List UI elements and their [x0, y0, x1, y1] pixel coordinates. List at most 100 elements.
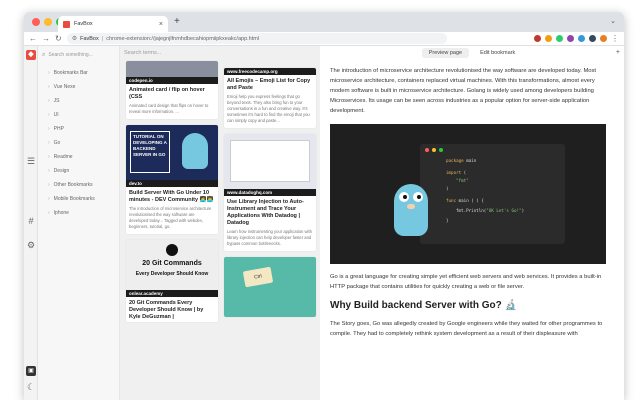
- folder-icon: ›: [48, 210, 50, 216]
- code-text: main: [466, 158, 477, 163]
- ctrl-key-label: Ctrl: [242, 266, 274, 288]
- card-title: Build Server With Go Under 10 minutes - …: [129, 190, 214, 203]
- folder-icon: ›: [48, 84, 50, 90]
- thumb-line-1: 20 Git Commands: [142, 260, 202, 267]
- new-tab-button[interactable]: +: [174, 16, 180, 28]
- code-window-dots: [425, 148, 443, 152]
- sidebar-search[interactable]: ⌕ Search something...: [42, 50, 115, 60]
- browser-tab[interactable]: FavBox ×: [58, 16, 168, 32]
- sidebar-item-iphone[interactable]: › Iphone: [38, 206, 119, 220]
- sidebar-item-bookmarks-bar[interactable]: › Bookmarks Bar: [38, 66, 119, 80]
- preview-content: The introduction of microservice archite…: [320, 60, 624, 339]
- card-thumbnail: TUTORIAL ON DEVELOPING A BACKEND SERVER …: [126, 125, 218, 180]
- address-separator: |: [101, 35, 104, 42]
- folder-icon: ›: [48, 196, 50, 202]
- folder-icon: ›: [48, 70, 50, 76]
- sidebar-item-readme[interactable]: › Readme: [38, 150, 119, 164]
- sidebar-search-input[interactable]: Search something...: [48, 52, 92, 58]
- tab-title: FavBox: [74, 21, 93, 27]
- browser-window: FavBox × + ⌄ ← → ↻ ⚙ FavBox | chrome-ext…: [24, 12, 624, 400]
- card-description: The introduction of microservice archite…: [129, 206, 212, 229]
- folder-icon: ›: [48, 154, 50, 160]
- grid-search[interactable]: Search terms...: [120, 46, 320, 59]
- tab-close-icon[interactable]: ×: [159, 21, 163, 28]
- grid-search-input[interactable]: Search terms...: [124, 50, 161, 56]
- address-bar[interactable]: ⚙ FavBox | chrome-extension://jajegnjlfn…: [66, 33, 447, 44]
- sidebar-item-other-bookmarks[interactable]: › Other Bookmarks: [38, 178, 119, 192]
- bookmarks-icon[interactable]: ☰: [26, 156, 36, 166]
- extension-icon[interactable]: [600, 35, 607, 42]
- sidebar-item-mobile-bookmarks[interactable]: › Mobile Bookmarks: [38, 192, 119, 206]
- extension-icon[interactable]: [534, 35, 541, 42]
- grid-column: www.freecodecamp.org All Emojis – Emoji …: [224, 68, 316, 323]
- moon-icon[interactable]: ☾: [26, 382, 36, 392]
- sidebar-item-ui[interactable]: › UI: [38, 108, 119, 122]
- tab-edit-bookmark[interactable]: Edit bookmark: [473, 48, 522, 58]
- extension-icon[interactable]: [545, 35, 552, 42]
- folder-icon: ›: [48, 168, 50, 174]
- reload-icon[interactable]: ↻: [55, 34, 62, 44]
- card-description: Emoji help you express feelings that go …: [227, 94, 310, 123]
- article-figure: package main import ( "fmt" ) func main …: [330, 124, 606, 264]
- extension-puzzle-icon: ⚙: [71, 36, 78, 42]
- folder-icon: ›: [48, 182, 50, 188]
- sidebar-item-label: Mobile Bookmarks: [53, 196, 95, 202]
- extension-icon[interactable]: [567, 35, 574, 42]
- code-window: package main import ( "fmt" ) func main …: [420, 144, 565, 244]
- bookmark-card[interactable]: 20 Git Commands Every Developer Should K…: [126, 240, 218, 322]
- settings-icon[interactable]: ⚙: [26, 240, 36, 250]
- code-keyword: func: [446, 198, 457, 203]
- favbox-logo-icon[interactable]: ◆: [26, 50, 36, 60]
- card-thumbnail: [126, 61, 218, 77]
- sidebar-item-js[interactable]: › JS: [38, 94, 119, 108]
- extension-icon[interactable]: [556, 35, 563, 42]
- gopher-illustration-icon: [182, 133, 208, 169]
- card-thumbnail: Ctrl: [224, 257, 316, 317]
- extension-icon[interactable]: [589, 35, 596, 42]
- tab-strip: FavBox × + ⌄: [24, 12, 624, 32]
- app-viewport: ◆ ☰ # ⚙ ▣ ☾ ⌕ Search something... › Bookm…: [24, 46, 624, 400]
- code-text: }: [446, 218, 449, 223]
- bookmark-card[interactable]: www.datadoghq.com Use Library Injection …: [224, 134, 316, 251]
- sidebar-item-label: JS: [53, 98, 60, 104]
- back-arrow-icon[interactable]: ←: [29, 34, 37, 44]
- code-text: (: [463, 170, 467, 175]
- card-thumbnail: [224, 134, 316, 189]
- sidebar-item-design[interactable]: › Design: [38, 164, 119, 178]
- extension-icon[interactable]: [578, 35, 585, 42]
- code-dot-icon: [432, 148, 436, 152]
- bookmark-card[interactable]: TUTORIAL ON DEVELOPING A BACKEND SERVER …: [126, 125, 218, 234]
- more-menu-icon[interactable]: ⋮: [611, 34, 619, 44]
- theme-icon[interactable]: ▣: [26, 366, 36, 376]
- article-paragraph: The Story goes, Go was allegedly created…: [330, 321, 603, 337]
- sidebar-item-label: PHP: [53, 126, 64, 132]
- article-heading: Why Build backend Server with Go? 🔬: [330, 300, 517, 311]
- sidebar-item-label: Iphone: [53, 210, 69, 216]
- sidebar-item-php[interactable]: › PHP: [38, 122, 119, 136]
- close-window-button[interactable]: [32, 18, 40, 26]
- sidebar-item-vue-nexe[interactable]: › Vue Nexe: [38, 80, 119, 94]
- card-title: All Emojis – Emoji List for Copy and Pas…: [227, 78, 311, 91]
- bookmark-card[interactable]: Ctrl: [224, 257, 316, 317]
- minimize-window-button[interactable]: [44, 18, 52, 26]
- code-string: "fmt": [456, 178, 469, 183]
- card-description: Animated card design that flips on hover…: [129, 103, 209, 114]
- code-text: fmt.Println(: [456, 208, 487, 213]
- code-line: import (: [446, 170, 466, 175]
- forward-arrow-icon[interactable]: →: [42, 34, 50, 44]
- code-line: func main ( ) {: [446, 198, 484, 203]
- code-dot-icon: [439, 148, 443, 152]
- folder-icon: ›: [48, 140, 50, 146]
- tab-preview-page[interactable]: Preview page: [421, 48, 470, 58]
- code-text: main ( ) {: [458, 198, 484, 203]
- bookmark-card[interactable]: codepen.io Animated card / flip on hover…: [126, 61, 218, 119]
- search-icon: ⌕: [42, 51, 46, 58]
- card-thumb-text: TUTORIAL ON DEVELOPING A BACKEND SERVER …: [130, 131, 170, 173]
- bookmark-card[interactable]: www.freecodecamp.org All Emojis – Emoji …: [224, 68, 316, 128]
- hashtag-icon[interactable]: #: [26, 216, 36, 226]
- sidebar-item-go[interactable]: › Go: [38, 136, 119, 150]
- sidebar-item-label: Go: [53, 140, 61, 146]
- card-source: dev.to: [126, 180, 218, 187]
- add-icon[interactable]: +: [616, 49, 620, 56]
- tab-search-chevron-icon[interactable]: ⌄: [610, 17, 616, 25]
